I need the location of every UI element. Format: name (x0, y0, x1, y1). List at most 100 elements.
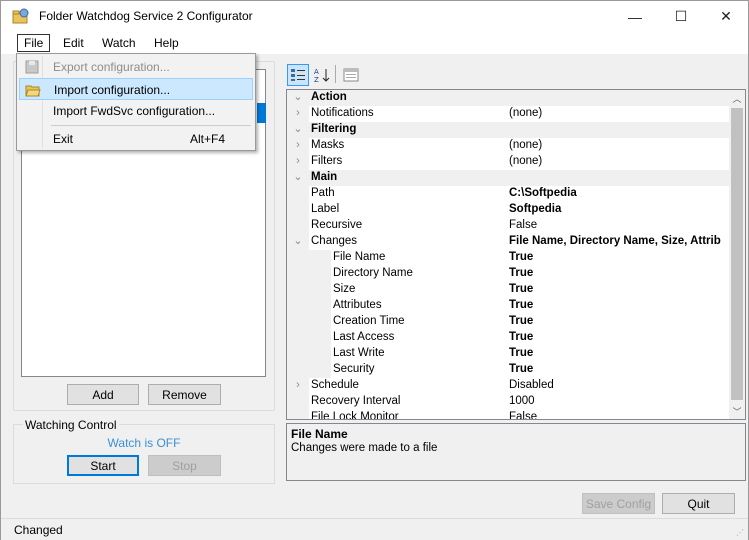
list-selection-highlight (257, 103, 266, 123)
add-button[interactable]: Add (67, 384, 139, 405)
property-value[interactable]: (none) (509, 155, 729, 167)
app-window: Folder Watchdog Service 2 Configurator —… (0, 0, 749, 540)
property-toolbar: A Z (284, 59, 747, 89)
alphabetical-icon[interactable]: A Z (311, 64, 333, 86)
expander-icon[interactable]: › (287, 106, 309, 122)
scroll-thumb[interactable] (731, 108, 743, 400)
property-value[interactable]: True (509, 251, 729, 263)
row-gutter (287, 330, 309, 346)
menu-watch[interactable]: Watch (96, 35, 142, 53)
property-value[interactable]: File Name, Directory Name, Size, Attrib (509, 235, 729, 247)
property-value[interactable]: True (509, 347, 729, 359)
expander-icon[interactable]: ⌄ (287, 170, 309, 186)
property-name: Filters (311, 155, 343, 167)
property-row[interactable]: Directory Name True (287, 266, 730, 282)
save-config-button[interactable]: Save Config (582, 493, 655, 514)
resize-grip-icon[interactable]: ⋰ (736, 528, 746, 538)
menu-export-configuration[interactable]: Export configuration... (19, 56, 253, 78)
property-category[interactable]: ⌄ Action (287, 90, 730, 106)
expander-icon[interactable]: › (287, 138, 309, 154)
property-row[interactable]: › Schedule Disabled (287, 378, 730, 394)
property-pages-icon[interactable] (340, 64, 362, 86)
property-row[interactable]: File Lock Monitor False (287, 410, 730, 419)
quit-button[interactable]: Quit (662, 493, 735, 514)
menu-import-configuration[interactable]: Import configuration... (19, 78, 253, 100)
property-value[interactable]: True (509, 363, 729, 375)
expander-icon[interactable]: ⌄ (287, 122, 309, 138)
property-help: File Name Changes were made to a file (286, 423, 746, 481)
property-value[interactable]: (none) (509, 107, 729, 119)
property-value[interactable]: Disabled (509, 379, 729, 391)
property-value[interactable]: True (509, 299, 729, 311)
property-row[interactable]: Creation Time True (287, 314, 730, 330)
property-row[interactable]: Last Write True (287, 346, 730, 362)
menu-separator (51, 125, 251, 126)
property-grid[interactable]: ⌄ Action › Notifications (none) ⌄ Filtering › Ma… (286, 89, 746, 420)
grid-scrollbar[interactable]: ︿ ﹀ (729, 90, 745, 419)
menu-import-fwdsvc[interactable]: Import FwdSvc configuration... (19, 100, 253, 122)
property-row[interactable]: Size True (287, 282, 730, 298)
minimize-button[interactable]: — (612, 1, 658, 32)
status-bar: Changed ⋰ (1, 518, 748, 540)
expander-icon[interactable]: › (287, 378, 309, 394)
window-title: Folder Watchdog Service 2 Configurator (39, 9, 253, 23)
expander-icon[interactable]: › (287, 154, 309, 170)
expander-icon[interactable]: ⌄ (287, 90, 309, 106)
property-value[interactable]: (none) (509, 139, 729, 151)
maximize-button[interactable]: ☐ (658, 1, 704, 32)
row-gutter (287, 362, 309, 378)
property-name: Recovery Interval (311, 395, 401, 407)
sub-indent (309, 266, 331, 282)
property-value[interactable]: C:\Softpedia (509, 187, 729, 199)
stop-button[interactable]: Stop (148, 455, 221, 476)
title-bar[interactable]: Folder Watchdog Service 2 Configurator —… (1, 1, 748, 32)
menu-file[interactable]: File (17, 34, 51, 52)
property-category[interactable]: ⌄ Main (287, 170, 730, 186)
property-value[interactable]: False (509, 411, 729, 419)
property-value[interactable]: True (509, 283, 729, 295)
property-row[interactable]: Attributes True (287, 298, 730, 314)
property-row[interactable]: Label Softpedia (287, 202, 730, 218)
expander-icon[interactable]: ⌄ (287, 234, 309, 250)
property-row[interactable]: › Notifications (none) (287, 106, 730, 122)
property-row[interactable]: › Masks (none) (287, 138, 730, 154)
close-button[interactable]: ✕ (703, 1, 749, 32)
property-row[interactable]: Recovery Interval 1000 (287, 394, 730, 410)
remove-button[interactable]: Remove (148, 384, 221, 405)
toolbar-separator (335, 65, 336, 83)
property-value[interactable]: Softpedia (509, 203, 729, 215)
property-value[interactable]: True (509, 267, 729, 279)
property-value[interactable]: True (509, 331, 729, 343)
scroll-up-icon[interactable]: ︿ (729, 90, 745, 106)
categorized-icon[interactable] (287, 64, 309, 86)
property-value[interactable]: False (509, 219, 729, 231)
property-value[interactable]: 1000 (509, 395, 729, 407)
property-category[interactable]: ⌄ Filtering (287, 122, 730, 138)
property-name: Last Access (333, 331, 395, 343)
property-row[interactable]: › Filters (none) (287, 154, 730, 170)
property-name: Path (311, 187, 335, 199)
property-row[interactable]: ⌄ Changes File Name, Directory Name, Size,… (287, 234, 730, 250)
property-row[interactable]: Path C:\Softpedia (287, 186, 730, 202)
property-row[interactable]: Last Access True (287, 330, 730, 346)
menu-exit-shortcut: Alt+F4 (189, 132, 225, 146)
property-row[interactable]: Security True (287, 362, 730, 378)
open-folder-icon (25, 85, 41, 97)
property-name: File Name (333, 251, 386, 263)
sub-indent (309, 346, 331, 362)
watch-status: Watch is OFF (107, 436, 181, 450)
property-name: Label (311, 203, 340, 215)
start-button[interactable]: Start (67, 455, 139, 476)
menu-exit[interactable]: Exit Alt+F4 (19, 128, 253, 150)
property-row[interactable]: File Name True (287, 250, 730, 266)
property-name: Schedule (311, 379, 359, 391)
menu-help[interactable]: Help (148, 35, 185, 53)
property-value[interactable]: True (509, 315, 729, 327)
scroll-down-icon[interactable]: ﹀ (729, 403, 745, 419)
menu-edit[interactable]: Edit (57, 35, 90, 53)
property-row[interactable]: Recursive False (287, 218, 730, 234)
sub-indent (309, 362, 331, 378)
watching-control-title: Watching Control (23, 418, 119, 432)
menu-import-label: Import configuration... (54, 83, 171, 97)
help-title: File Name (291, 427, 348, 441)
